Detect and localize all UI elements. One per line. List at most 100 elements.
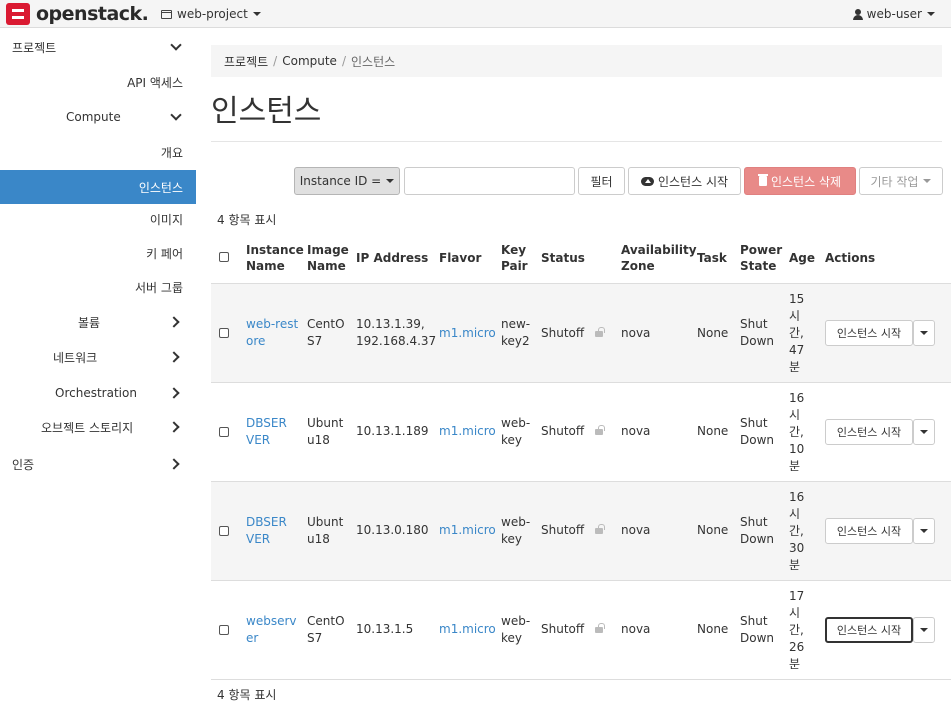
column-header-task[interactable]: Task (697, 250, 727, 266)
column-header-age[interactable]: Age (789, 250, 815, 266)
title-divider (211, 141, 942, 142)
more-actions-button[interactable]: 기타 작업 (859, 167, 943, 195)
sidebar-item-instances[interactable]: 인스턴스 (0, 170, 196, 204)
filter-field-select[interactable]: Instance ID = (294, 167, 400, 195)
table-bottom-border (211, 679, 951, 680)
chevron-right-icon (168, 421, 180, 433)
trash-icon (757, 174, 768, 186)
task: None (697, 622, 729, 636)
item-count-bottom: 4 항목 표시 (217, 688, 277, 702)
start-instance-button[interactable]: 인스턴스 시작 (825, 320, 913, 346)
row-actions-dropdown[interactable] (913, 518, 935, 544)
sidebar-item-object-storage[interactable]: 오브젝트 스토리지 (0, 410, 196, 444)
power-state: Shut Down (740, 317, 775, 348)
lock-icon (595, 623, 605, 633)
page-title: 인스턴스 (211, 94, 322, 129)
delete-instances-label: 인스턴스 삭제 (770, 174, 842, 189)
table-row: DBSER VER Ubunt u18 10.13.0.180 m1.micro w… (211, 481, 951, 580)
sidebar-item-orchestration[interactable]: Orchestration (0, 376, 196, 410)
launch-instance-button[interactable]: 인스턴스 시작 (628, 167, 741, 195)
status: Shutoff (541, 326, 585, 340)
sidebar-item-network[interactable]: 네트워크 (0, 340, 196, 374)
filter-button[interactable]: 필터 (578, 167, 625, 195)
breadcrumb-separator: / (273, 54, 278, 68)
age: 15 시 간, 47 분 (789, 292, 805, 374)
column-header-power-state[interactable]: Power State (740, 242, 782, 274)
start-instance-button[interactable]: 인스턴스 시작 (825, 419, 913, 445)
start-instance-button[interactable]: 인스턴스 시작 (825, 617, 913, 643)
key-pair: web-key (501, 515, 531, 546)
sidebar-item-server-groups[interactable]: 서버 그룹 (0, 270, 196, 304)
instance-name-link[interactable]: webserv er (246, 613, 296, 647)
column-header-flavor[interactable]: Flavor (439, 250, 481, 266)
openstack-logo[interactable]: openstack. (6, 2, 149, 26)
user-menu[interactable]: web-user (852, 5, 935, 23)
column-header-ip-address[interactable]: IP Address (356, 250, 428, 266)
status: Shutoff (541, 523, 585, 537)
user-name: web-user (866, 7, 922, 21)
instance-name-link[interactable]: web-rest ore (246, 316, 298, 350)
task: None (697, 326, 729, 340)
chevron-down-icon (170, 39, 182, 51)
caret-down-icon (252, 12, 261, 16)
cloud-upload-icon (640, 176, 654, 186)
column-header-key-pair[interactable]: Key Pair (501, 242, 528, 274)
row-checkbox[interactable] (219, 328, 229, 338)
column-header-status[interactable]: Status (541, 250, 585, 266)
sidebar-item-label: 키 페어 (146, 246, 183, 261)
image-name: CentO S7 (307, 317, 345, 348)
availability-zone: nova (621, 622, 651, 636)
breadcrumb-compute[interactable]: Compute (282, 54, 337, 68)
sidebar-item-identity[interactable]: 인증 (0, 447, 196, 481)
filter-input[interactable] (404, 167, 575, 195)
project-name: web-project (177, 7, 248, 21)
sidebar-item-volumes[interactable]: 볼륨 (0, 305, 196, 339)
key-pair: web-key (501, 416, 531, 447)
row-actions-dropdown[interactable] (913, 320, 935, 346)
row-checkbox[interactable] (219, 625, 229, 635)
row-actions-dropdown[interactable] (913, 617, 935, 643)
lock-icon (595, 327, 605, 337)
age: 16 시 간, 10 분 (789, 391, 805, 473)
ip-address: 10.13.0.180 (356, 523, 429, 537)
chevron-right-icon (168, 387, 180, 399)
task: None (697, 424, 729, 438)
ip-address: 10.13.1.5 (356, 622, 414, 636)
instance-name-link[interactable]: DBSER VER (246, 415, 287, 449)
flavor-link[interactable]: m1.micro (439, 325, 496, 342)
sidebar-item-compute[interactable]: Compute (0, 100, 196, 134)
start-instance-button[interactable]: 인스턴스 시작 (825, 518, 913, 544)
caret-down-icon (920, 430, 928, 434)
breadcrumb: 프로젝트 / Compute / 인스턴스 (211, 45, 942, 77)
breadcrumb-project[interactable]: 프로젝트 (224, 53, 268, 70)
caret-down-icon (920, 529, 928, 533)
select-all-checkbox[interactable] (219, 252, 229, 262)
row-checkbox[interactable] (219, 427, 229, 437)
sidebar-item-key-pairs[interactable]: 키 페어 (0, 236, 196, 270)
sidebar-item-overview[interactable]: 개요 (0, 135, 196, 169)
column-header-image-name[interactable]: Image Name (307, 242, 349, 274)
flavor-link[interactable]: m1.micro (439, 621, 496, 638)
column-header-instance-name[interactable]: Instance Name (246, 242, 304, 274)
sidebar-item-images[interactable]: 이미지 (0, 202, 196, 236)
key-pair: new-key2 (501, 317, 531, 348)
row-checkbox[interactable] (219, 526, 229, 536)
chevron-right-icon (168, 316, 180, 328)
flavor-link[interactable]: m1.micro (439, 423, 496, 440)
delete-instances-button[interactable]: 인스턴스 삭제 (744, 167, 856, 195)
column-header-availability-zone[interactable]: Availability Zone (621, 242, 697, 274)
logo-text: openstack. (36, 3, 149, 25)
filter-field-label: Instance ID = (299, 174, 382, 188)
sidebar-item-label: 인증 (12, 457, 35, 472)
caret-down-icon (386, 179, 395, 183)
project-switcher[interactable]: web-project (161, 5, 261, 23)
row-actions-dropdown[interactable] (913, 419, 935, 445)
power-state: Shut Down (740, 416, 775, 447)
sidebar-item-project[interactable]: 프로젝트 (0, 30, 196, 64)
sidebar-item-api-access[interactable]: API 액세스 (0, 65, 196, 99)
image-name: Ubunt u18 (307, 515, 344, 546)
image-name: Ubunt u18 (307, 416, 344, 447)
breadcrumb-separator: / (341, 54, 346, 68)
instance-name-link[interactable]: DBSER VER (246, 514, 287, 548)
flavor-link[interactable]: m1.micro (439, 522, 496, 539)
